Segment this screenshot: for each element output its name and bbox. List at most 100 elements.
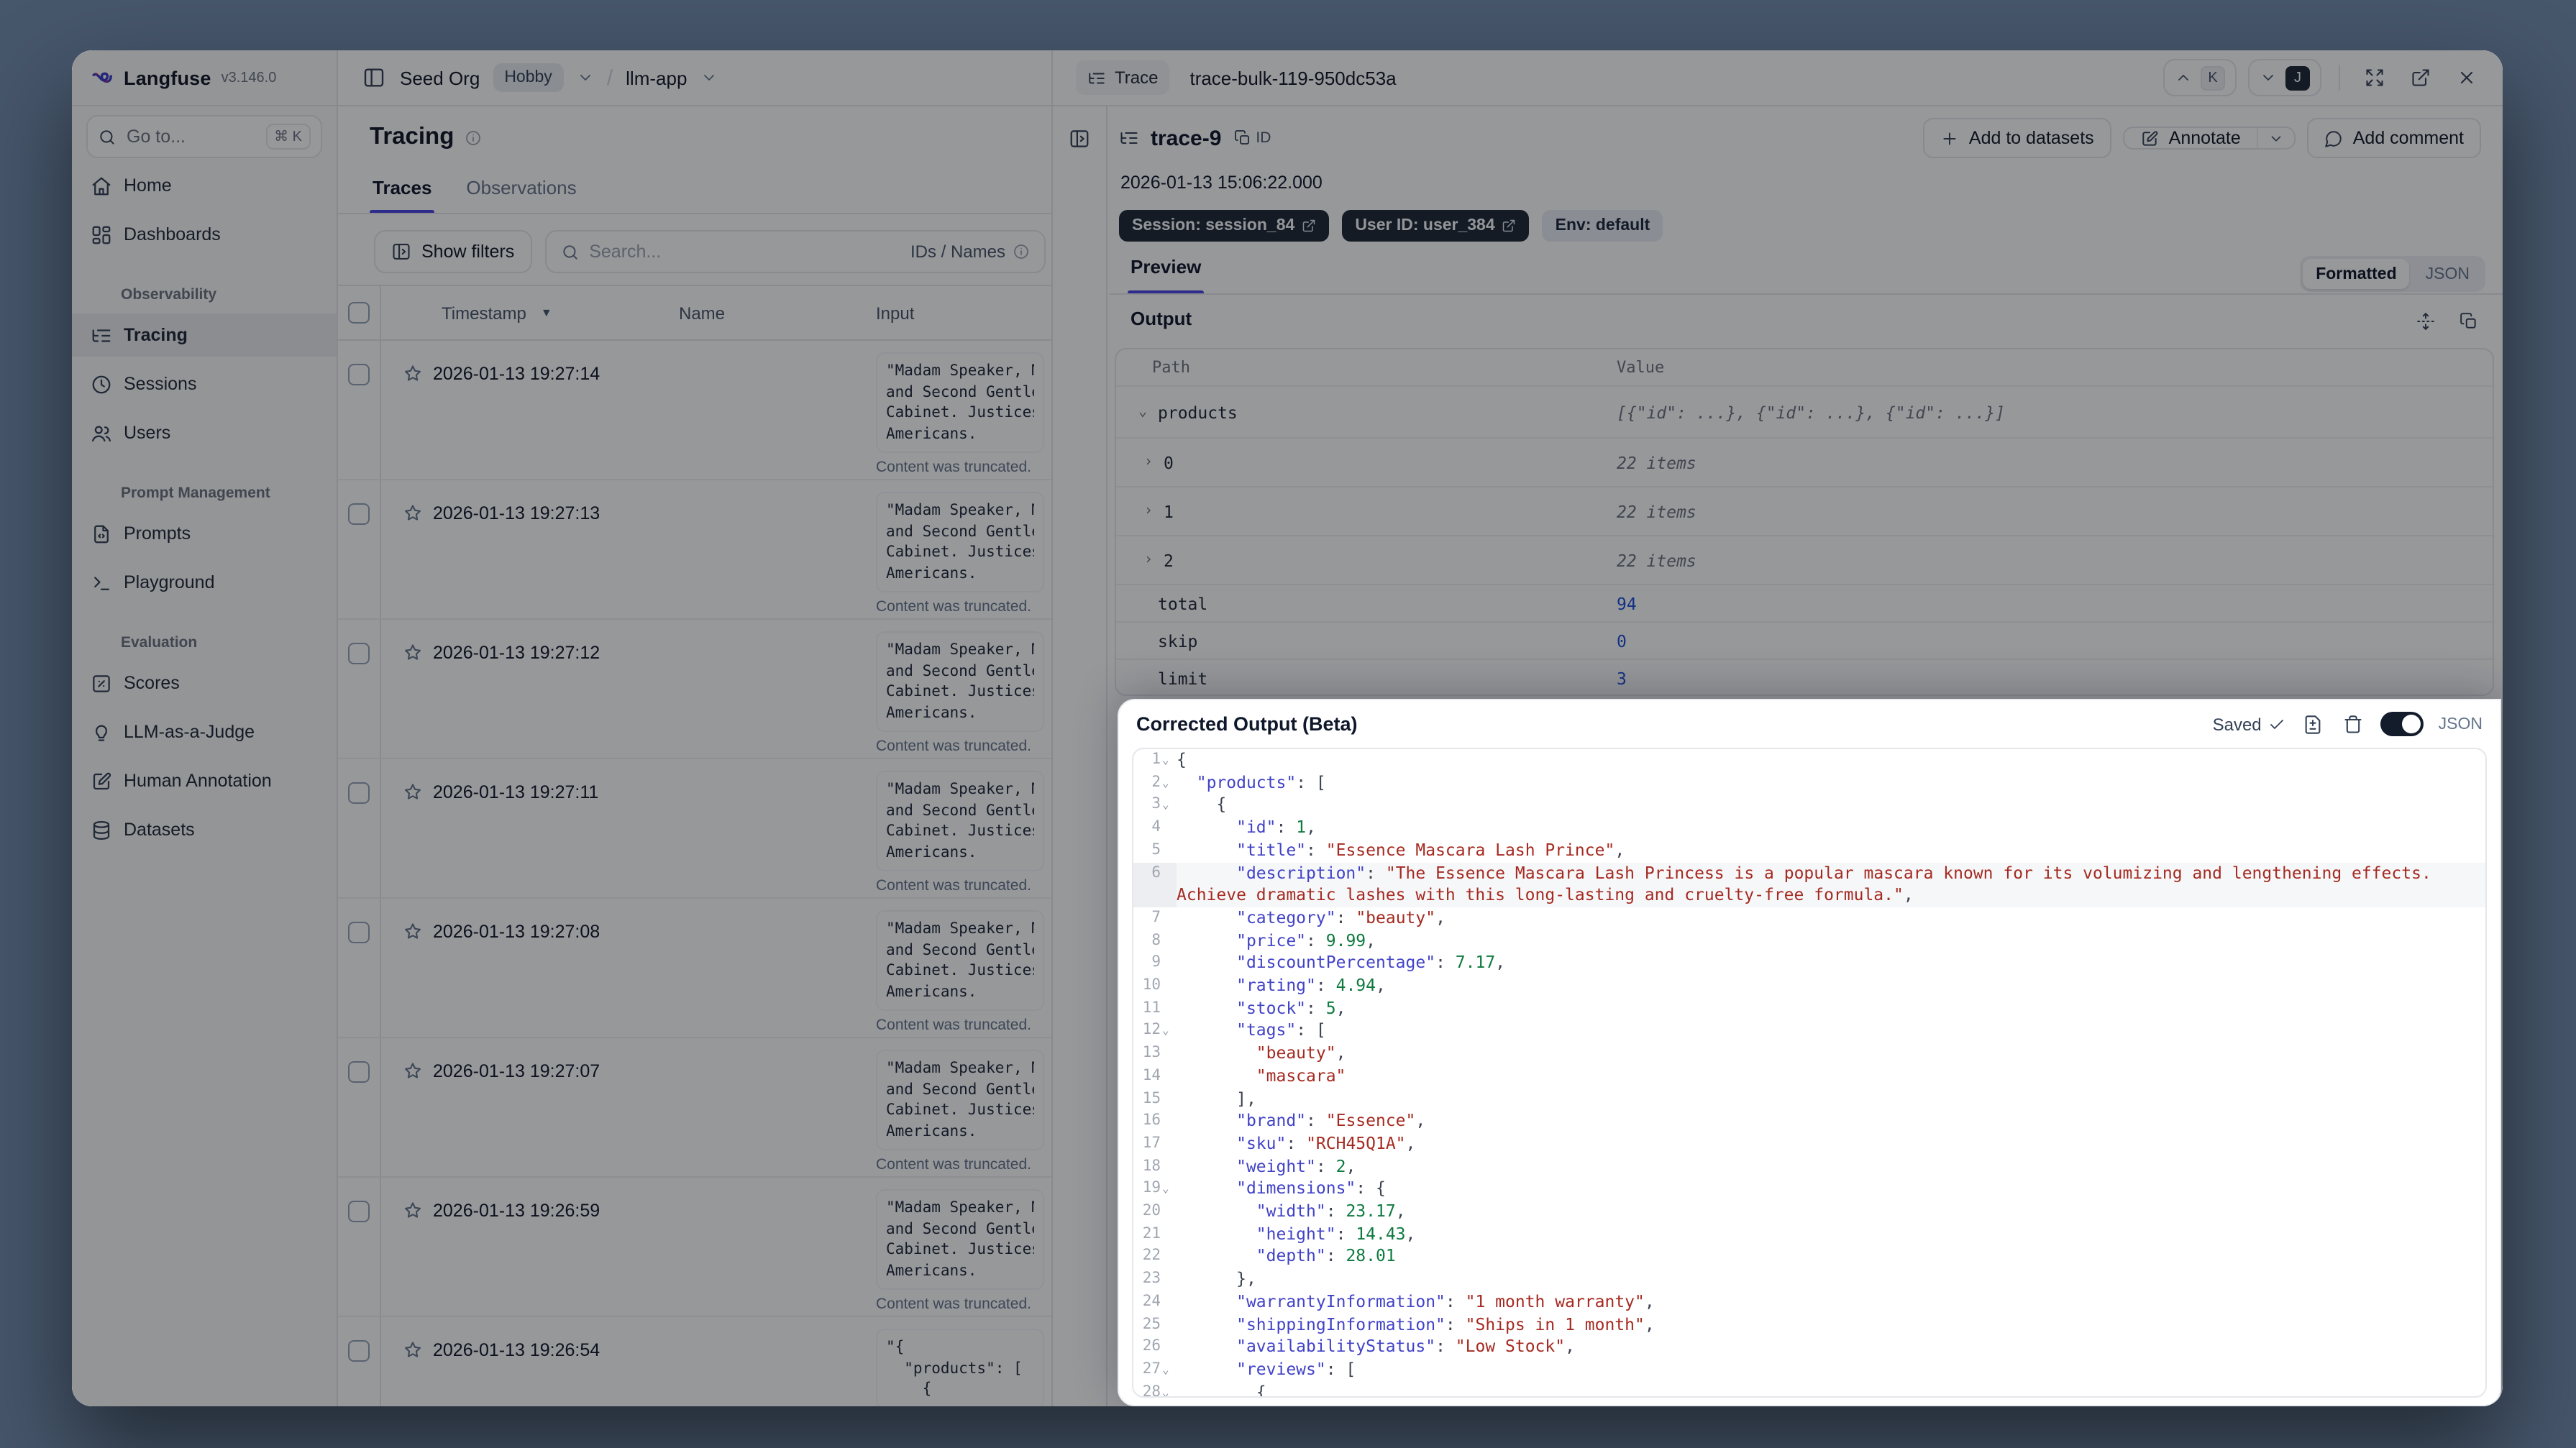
copy-output-button[interactable] [2455,308,2481,334]
expand-tree-button[interactable] [1062,121,1097,155]
star-icon[interactable] [403,364,423,384]
select-all-checkbox[interactable] [348,302,370,324]
sidebar-item-sessions[interactable]: Sessions [72,362,337,405]
output-row[interactable]: skip 0 [1116,623,2493,660]
column-input[interactable]: Input [876,303,1051,323]
code-line-1[interactable]: 1 ⌄{ [1133,749,2485,771]
chevron-down-icon[interactable]: ⌄ [1133,404,1152,420]
star-icon[interactable] [403,503,423,523]
row-checkbox[interactable] [348,1201,370,1222]
fold-chevron-icon[interactable]: ⌄ [1162,771,1174,794]
table-row[interactable]: 2026-01-13 19:27:11 "Madam Speaker, M and… [338,759,1051,899]
row-checkbox[interactable] [348,1340,370,1362]
unfold-rows-button[interactable] [2412,308,2438,334]
json-toggle[interactable] [2380,712,2424,736]
code-line-27[interactable]: 27 ⌄ "reviews": [ [1133,1359,2485,1381]
code-line-14[interactable]: 14 "mascara" [1133,1066,2485,1088]
output-row[interactable]: limit 3 [1116,660,2493,695]
chevron-right-icon[interactable]: › [1139,454,1158,470]
star-icon[interactable] [403,1340,423,1360]
trace-badge[interactable]: Session: session_84 [1119,210,1330,242]
fold-chevron-icon[interactable]: ⌄ [1162,794,1174,817]
info-icon[interactable] [464,129,481,146]
nav-down-button[interactable]: J [2248,59,2321,96]
star-icon[interactable] [403,922,423,942]
output-row[interactable]: ⌄ products [{"id": ...}, {"id": ...}, {"id… [1116,387,2493,439]
code-line-24[interactable]: 24 "warrantyInformation": "1 month warra… [1133,1291,2485,1314]
sidebar-item-tracing[interactable]: Tracing [72,313,337,357]
code-line-3[interactable]: 3 ⌄ { [1133,794,2485,817]
code-line-22[interactable]: 22 "depth": 28.01 [1133,1246,2485,1268]
copy-id-button[interactable]: ID [1234,129,1271,147]
close-button[interactable] [2449,60,2484,95]
delete-correction-button[interactable] [2341,711,2367,737]
code-line-6[interactable]: 6 "description": "The Essence Mascara La… [1133,862,2485,907]
row-checkbox[interactable] [348,782,370,804]
output-row[interactable]: total 94 [1116,585,2493,623]
code-line-18[interactable]: 18 "weight": 2, [1133,1155,2485,1178]
code-line-10[interactable]: 10 "rating": 4.94, [1133,975,2485,997]
row-checkbox[interactable] [348,1061,370,1083]
sidebar-item-home[interactable]: Home [72,164,337,207]
format-json[interactable]: JSON [2413,259,2483,289]
code-line-16[interactable]: 16 "brand": "Essence", [1133,1111,2485,1133]
fold-chevron-icon[interactable]: ⌄ [1162,1178,1174,1201]
sidebar-item-scores[interactable]: Scores [72,661,337,705]
code-line-20[interactable]: 20 "width": 23.17, [1133,1201,2485,1223]
tab-traces[interactable]: Traces [369,177,435,214]
table-row[interactable]: 2026-01-13 19:27:12 "Madam Speaker, M and… [338,620,1051,759]
project-name[interactable]: llm-app [626,67,687,88]
code-line-12[interactable]: 12 ⌄ "tags": [ [1133,1020,2485,1043]
sidebar-item-llm-judge[interactable]: LLM-as-a-Judge [72,710,337,753]
add-comment-button[interactable]: Add comment [2306,118,2481,158]
code-line-13[interactable]: 13 "beauty", [1133,1043,2485,1065]
star-icon[interactable] [403,643,423,663]
collapse-sidebar-button[interactable] [361,65,387,91]
code-line-23[interactable]: 23 }, [1133,1268,2485,1291]
code-line-25[interactable]: 25 "shippingInformation": "Ships in 1 mo… [1133,1314,2485,1336]
table-row[interactable]: 2026-01-13 19:26:59 "Madam Speaker, M and… [338,1178,1051,1317]
search-input[interactable]: Search... IDs / Names [544,230,1046,273]
sidebar-item-prompts[interactable]: Prompts [72,512,337,555]
tab-observations[interactable]: Observations [466,177,576,214]
row-checkbox[interactable] [348,503,370,525]
code-line-2[interactable]: 2 ⌄ "products": [ [1133,771,2485,794]
annotate-button[interactable]: Annotate [2124,128,2257,148]
goto-search[interactable]: Go to... ⌘ K [86,115,322,158]
json-code-editor[interactable]: 1 ⌄{2 ⌄ "products": [3 ⌄ {4 "id": 1, 5 "titl… [1132,748,2487,1398]
tab-preview[interactable]: Preview [1127,256,1205,295]
fold-chevron-icon[interactable]: ⌄ [1162,1359,1174,1381]
fold-chevron-icon[interactable]: ⌄ [1162,1381,1174,1396]
output-row[interactable]: › 0 22 items [1116,439,2493,487]
expand-button[interactable] [2357,60,2392,95]
code-line-11[interactable]: 11 "stock": 5, [1133,997,2485,1019]
code-line-19[interactable]: 19 ⌄ "dimensions": { [1133,1178,2485,1201]
sidebar-item-users[interactable]: Users [72,411,337,454]
table-row[interactable]: 2026-01-13 19:27:13 "Madam Speaker, M and… [338,480,1051,620]
fold-chevron-icon[interactable]: ⌄ [1162,1020,1174,1043]
table-row[interactable]: 2026-01-13 19:27:07 "Madam Speaker, M and… [338,1038,1051,1178]
diff-button[interactable] [2301,711,2326,737]
code-line-28[interactable]: 28 ⌄ { [1133,1381,2485,1396]
star-icon[interactable] [403,1201,423,1221]
code-line-21[interactable]: 21 "height": 14.43, [1133,1224,2485,1246]
table-row[interactable]: 2026-01-13 19:26:54 "{ "products": [ { [338,1317,1051,1406]
chevron-right-icon[interactable]: › [1139,503,1158,519]
code-line-8[interactable]: 8 "price": 9.99, [1133,930,2485,952]
sidebar-item-datasets[interactable]: Datasets [72,808,337,851]
annotate-dropdown-button[interactable] [2256,128,2294,148]
nav-up-button[interactable]: K [2163,59,2237,96]
format-formatted[interactable]: Formatted [2303,259,2410,289]
output-row[interactable]: › 1 22 items [1116,487,2493,536]
code-line-5[interactable]: 5 "title": "Essence Mascara Lash Prince"… [1133,840,2485,862]
table-row[interactable]: 2026-01-13 19:27:08 "Madam Speaker, M and… [338,899,1051,1038]
code-line-15[interactable]: 15 ], [1133,1088,2485,1110]
star-icon[interactable] [403,782,423,802]
row-checkbox[interactable] [348,643,370,664]
trace-badge[interactable]: User ID: user_384 [1342,210,1530,242]
org-name[interactable]: Seed Org [400,67,480,88]
column-timestamp[interactable]: Timestamp ▼ [381,303,673,323]
output-row[interactable]: › 2 22 items [1116,536,2493,585]
search-mode[interactable]: IDs / Names [910,242,1030,262]
fold-chevron-icon[interactable]: ⌄ [1162,749,1174,771]
